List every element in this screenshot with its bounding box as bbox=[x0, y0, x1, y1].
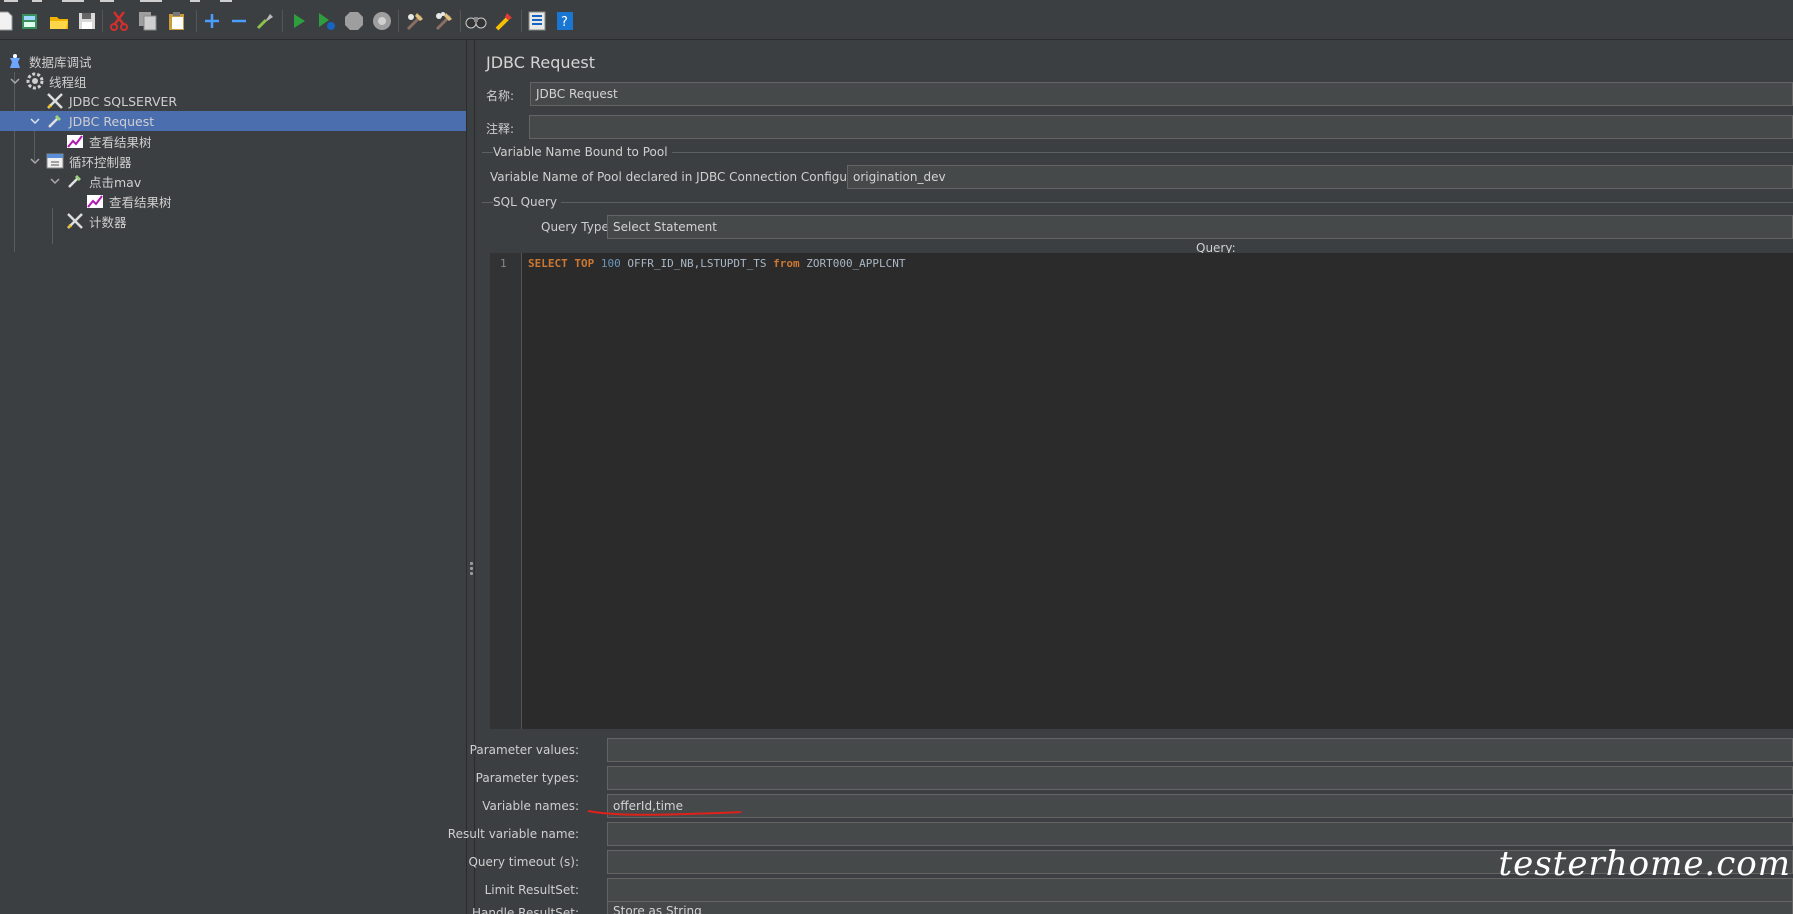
gear-icon bbox=[26, 72, 44, 90]
parameter-types-label: Parameter types: bbox=[475, 771, 579, 785]
collapse-icon[interactable] bbox=[228, 10, 250, 32]
tree-item-view-results-tree[interactable]: 查看结果树 bbox=[0, 131, 466, 151]
line-number: 1 bbox=[500, 257, 507, 270]
jdbc-request-panel: JDBC Request 名称: JDBC Request 注释: Variab… bbox=[448, 40, 1793, 914]
stop-icon[interactable] bbox=[343, 10, 365, 32]
pool-group-title: Variable Name Bound to Pool bbox=[493, 145, 672, 159]
parameter-values-field[interactable] bbox=[607, 738, 1793, 762]
test-plan-tree: 数据库调试 线程组 JDBC SQLSERVER JDBC Request 查看… bbox=[0, 40, 466, 914]
test-plan-icon bbox=[6, 52, 24, 70]
clear-all-icon[interactable] bbox=[433, 10, 455, 32]
parameter-types-field[interactable] bbox=[607, 766, 1793, 790]
tree-item-click-mav[interactable]: 点击mav bbox=[0, 171, 466, 191]
open-icon[interactable] bbox=[48, 10, 70, 32]
sql-keyword-from: from bbox=[773, 257, 800, 270]
comment-field[interactable] bbox=[529, 115, 1793, 139]
variable-names-field[interactable]: offerId,time bbox=[607, 794, 1793, 818]
watermark: testerhome.com bbox=[1498, 844, 1791, 884]
parameter-values-label: Parameter values: bbox=[469, 743, 579, 757]
name-label: 名称: bbox=[486, 89, 515, 103]
listener-chart-icon bbox=[66, 132, 84, 150]
tree-item-jdbc-request[interactable]: JDBC Request bbox=[0, 111, 466, 131]
tree-item-jdbc-sqlserver[interactable]: JDBC SQLSERVER bbox=[0, 91, 466, 111]
copy-icon[interactable] bbox=[137, 10, 159, 32]
pool-name-field[interactable]: origination_dev bbox=[847, 165, 1793, 189]
variable-names-label: Variable names: bbox=[482, 799, 579, 813]
sql-query-group-title: SQL Query bbox=[493, 195, 562, 209]
chevron-down-icon[interactable] bbox=[29, 155, 41, 167]
templates-icon[interactable] bbox=[19, 10, 41, 32]
sql-editor[interactable]: 1 SELECT TOP 100 OFFR_ID_NB,LSTUPDT_TS f… bbox=[490, 253, 1793, 729]
shutdown-icon[interactable] bbox=[371, 10, 393, 32]
tree-item-loop-controller[interactable]: 循环控制器 bbox=[0, 151, 466, 171]
page-title: JDBC Request bbox=[486, 53, 595, 72]
drag-handle-icon[interactable] bbox=[470, 562, 473, 577]
tree-item-thread-group[interactable]: 线程组 bbox=[0, 71, 466, 91]
comment-label: 注释: bbox=[486, 122, 515, 136]
loop-controller-icon bbox=[46, 152, 64, 170]
limit-resultset-label: Limit ResultSet: bbox=[484, 883, 579, 897]
search-icon[interactable] bbox=[465, 10, 487, 32]
reset-search-icon[interactable] bbox=[493, 10, 515, 32]
sampler-pipette-icon bbox=[46, 112, 64, 130]
function-helper-icon[interactable] bbox=[526, 10, 548, 32]
sql-keyword-select: SELECT bbox=[528, 257, 568, 270]
save-icon[interactable] bbox=[76, 10, 98, 32]
pool-label: Variable Name of Pool declared in JDBC C… bbox=[490, 170, 887, 184]
config-element-icon bbox=[46, 92, 64, 110]
query-timeout-label: Query timeout (s): bbox=[468, 855, 579, 869]
sql-keyword-top: TOP bbox=[574, 257, 595, 270]
sampler-pipette-icon bbox=[66, 172, 84, 190]
help-icon[interactable]: ? bbox=[554, 10, 576, 32]
chevron-down-icon[interactable] bbox=[49, 175, 61, 187]
config-element-icon bbox=[66, 212, 84, 230]
paste-icon[interactable] bbox=[166, 10, 188, 32]
chevron-down-icon[interactable] bbox=[29, 115, 41, 127]
sql-number: 100 bbox=[600, 257, 621, 270]
start-icon[interactable] bbox=[288, 10, 310, 32]
tree-item-view-results-tree-2[interactable]: 查看结果树 bbox=[0, 191, 466, 211]
result-variable-name-label: Result variable name: bbox=[447, 827, 579, 841]
menu-bar-fragment bbox=[0, 0, 250, 3]
clear-icon[interactable] bbox=[404, 10, 426, 32]
expand-icon[interactable] bbox=[201, 10, 223, 32]
new-icon[interactable] bbox=[0, 10, 16, 32]
query-type-label: Query Type: bbox=[541, 220, 613, 234]
listener-chart-icon bbox=[86, 192, 104, 210]
tree-item-test-plan[interactable]: 数据库调试 bbox=[0, 51, 466, 71]
result-variable-name-field[interactable] bbox=[607, 822, 1793, 846]
split-pane-divider[interactable] bbox=[466, 40, 475, 914]
sql-columns: OFFR_ID_NB,LSTUPDT_TS bbox=[627, 257, 767, 270]
start-no-pause-icon[interactable] bbox=[315, 10, 337, 32]
handle-resultset-select[interactable]: Store as String bbox=[607, 901, 1793, 914]
toggle-icon[interactable] bbox=[254, 10, 276, 32]
tree-item-counter[interactable]: 计数器 bbox=[0, 211, 466, 231]
svg-text:?: ? bbox=[561, 15, 568, 30]
cut-icon[interactable] bbox=[108, 10, 130, 32]
red-underline-annotation bbox=[587, 810, 742, 816]
name-field[interactable]: JDBC Request bbox=[530, 82, 1793, 106]
handle-resultset-label: Handle ResultSet: bbox=[472, 906, 579, 914]
sql-code-line: SELECT TOP 100 OFFR_ID_NB,LSTUPDT_TS fro… bbox=[528, 257, 906, 270]
toolbar: ? bbox=[0, 0, 1793, 40]
query-type-select[interactable]: Select Statement bbox=[607, 215, 1793, 239]
line-number-gutter: 1 bbox=[490, 253, 522, 729]
chevron-down-icon[interactable] bbox=[9, 75, 21, 87]
sql-table: ZORT000_APPLCNT bbox=[806, 257, 906, 270]
